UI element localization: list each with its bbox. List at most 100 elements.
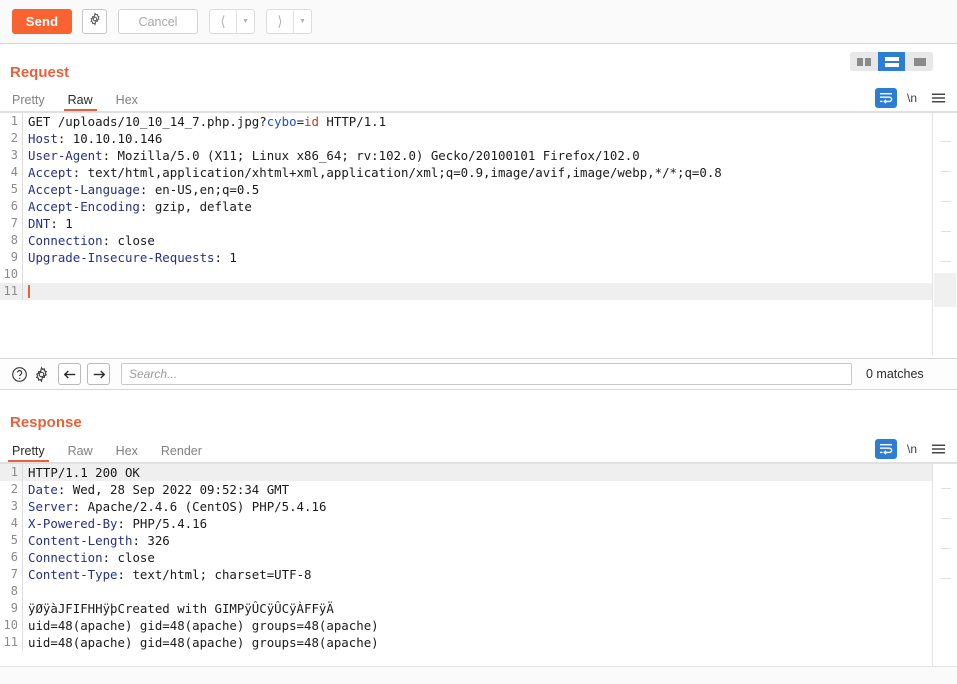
code-line[interactable]: 5Accept-Language: en-US,en;q=0.5 bbox=[0, 181, 957, 198]
line-number: 11 bbox=[0, 634, 22, 651]
code-line-text[interactable] bbox=[23, 583, 28, 600]
code-token: ÿØÿàJFIFHHÿþCreated with GIMPÿÛCÿÛCÿÀFFÿ… bbox=[28, 601, 334, 616]
prev-request-button[interactable]: ⟨ ▼ bbox=[209, 9, 255, 34]
caret-down-icon[interactable]: ▼ bbox=[294, 10, 311, 33]
code-line[interactable]: 3Server: Apache/2.4.6 (CentOS) PHP/5.4.1… bbox=[0, 498, 957, 515]
request-tab-hex[interactable]: Hex bbox=[116, 93, 138, 111]
code-line[interactable]: 1HTTP/1.1 200 OK bbox=[0, 464, 957, 481]
code-token: Upgrade-Insecure-Requests bbox=[28, 250, 215, 265]
response-editor[interactable]: 1HTTP/1.1 200 OK2Date: Wed, 28 Sep 2022 … bbox=[0, 463, 957, 666]
request-tab-pretty[interactable]: Pretty bbox=[12, 93, 45, 111]
code-line-text[interactable]: Upgrade-Insecure-Requests: 1 bbox=[23, 249, 237, 266]
line-number: 5 bbox=[0, 532, 22, 549]
code-token: : 1 bbox=[215, 250, 237, 265]
request-editor[interactable]: 1GET /uploads/10_10_14_7.php.jpg?cybo=id… bbox=[0, 112, 957, 355]
code-line[interactable]: 7Content-Type: text/html; charset=UTF-8 bbox=[0, 566, 957, 583]
code-line-text[interactable]: uid=48(apache) gid=48(apache) groups=48(… bbox=[23, 634, 379, 651]
code-token: Accept bbox=[28, 165, 73, 180]
response-newline-toggle[interactable]: \n bbox=[907, 442, 917, 456]
response-word-wrap-icon[interactable] bbox=[875, 439, 897, 459]
response-scroll-minimap[interactable] bbox=[932, 464, 957, 666]
code-line-text[interactable]: DNT: 1 bbox=[23, 215, 73, 232]
cancel-button[interactable]: Cancel bbox=[118, 9, 198, 34]
response-tab-raw[interactable]: Raw bbox=[68, 444, 93, 462]
code-line[interactable]: 3User-Agent: Mozilla/5.0 (X11; Linux x86… bbox=[0, 147, 957, 164]
horizontal-split-icon[interactable] bbox=[878, 52, 905, 71]
code-line-text[interactable]: Server: Apache/2.4.6 (CentOS) PHP/5.4.16 bbox=[23, 498, 326, 515]
line-number: 3 bbox=[0, 147, 22, 164]
code-line-text[interactable]: GET /uploads/10_10_14_7.php.jpg?cybo=id … bbox=[23, 113, 386, 130]
code-token: uid=48(apache) gid=48(apache) groups=48(… bbox=[28, 635, 379, 650]
code-token: : text/html; charset=UTF-8 bbox=[118, 567, 312, 582]
request-word-wrap-icon[interactable] bbox=[875, 88, 897, 108]
code-line[interactable]: 10 bbox=[0, 266, 957, 283]
code-line-text[interactable]: Accept-Language: en-US,en;q=0.5 bbox=[23, 181, 259, 198]
request-code-lines[interactable]: 1GET /uploads/10_10_14_7.php.jpg?cybo=id… bbox=[0, 113, 957, 300]
code-line[interactable]: 6Connection: close bbox=[0, 549, 957, 566]
next-request-button[interactable]: ⟩ ▼ bbox=[266, 9, 312, 34]
code-line[interactable]: 1GET /uploads/10_10_14_7.php.jpg?cybo=id… bbox=[0, 113, 957, 130]
search-settings-gear-icon[interactable] bbox=[30, 363, 52, 385]
code-line[interactable]: 6Accept-Encoding: gzip, deflate bbox=[0, 198, 957, 215]
code-token: uid=48(apache) gid=48(apache) groups=48(… bbox=[28, 618, 379, 633]
code-token: Content-Length bbox=[28, 533, 132, 548]
request-scroll-thumb[interactable] bbox=[934, 273, 956, 307]
line-number: 11 bbox=[0, 283, 22, 300]
code-line-text[interactable] bbox=[23, 266, 28, 283]
code-line-text[interactable]: Content-Type: text/html; charset=UTF-8 bbox=[23, 566, 312, 583]
vertical-split-icon[interactable] bbox=[850, 52, 877, 71]
code-line-text[interactable]: Accept: text/html,application/xhtml+xml,… bbox=[23, 164, 722, 181]
code-line[interactable]: 8 bbox=[0, 583, 957, 600]
code-line-text[interactable]: uid=48(apache) gid=48(apache) groups=48(… bbox=[23, 617, 379, 634]
code-line[interactable]: 9ÿØÿàJFIFHHÿþCreated with GIMPÿÛCÿÛCÿÀFF… bbox=[0, 600, 957, 617]
code-line-text[interactable]: X-Powered-By: PHP/5.4.16 bbox=[23, 515, 207, 532]
code-token: : PHP/5.4.16 bbox=[118, 516, 208, 531]
line-number: 8 bbox=[0, 232, 22, 249]
code-line[interactable]: 11 uid=48(apache) gid=48(apache) groups=4… bbox=[0, 634, 957, 651]
response-tab-pretty[interactable]: Pretty bbox=[12, 444, 45, 462]
code-token: HTTP/1.1 200 OK bbox=[28, 465, 140, 480]
line-number: 6 bbox=[0, 198, 22, 215]
response-hamburger-menu-icon[interactable] bbox=[927, 439, 949, 459]
code-line[interactable]: 10uid=48(apache) gid=48(apache) groups=4… bbox=[0, 617, 957, 634]
code-line-text[interactable]: ÿØÿàJFIFHHÿþCreated with GIMPÿÛCÿÛCÿÀFFÿ… bbox=[23, 600, 334, 617]
request-tab-raw[interactable]: Raw bbox=[68, 93, 93, 111]
search-next-button[interactable] bbox=[87, 363, 110, 385]
single-pane-icon[interactable] bbox=[906, 52, 933, 71]
send-options-button[interactable] bbox=[82, 9, 107, 34]
code-line[interactable]: 11 bbox=[0, 283, 957, 300]
send-button[interactable]: Send bbox=[12, 9, 72, 34]
code-line[interactable]: 9Upgrade-Insecure-Requests: 1 bbox=[0, 249, 957, 266]
code-line-text[interactable]: User-Agent: Mozilla/5.0 (X11; Linux x86_… bbox=[23, 147, 640, 164]
code-line-text[interactable] bbox=[23, 283, 30, 300]
code-line[interactable]: 4X-Powered-By: PHP/5.4.16 bbox=[0, 515, 957, 532]
code-line[interactable]: 2Host: 10.10.10.146 bbox=[0, 130, 957, 147]
search-input[interactable] bbox=[121, 363, 852, 385]
code-token: : Mozilla/5.0 (X11; Linux x86_64; rv:102… bbox=[103, 148, 640, 163]
code-line[interactable]: 4Accept: text/html,application/xhtml+xml… bbox=[0, 164, 957, 181]
line-number: 7 bbox=[0, 215, 22, 232]
code-line[interactable]: 2Date: Wed, 28 Sep 2022 09:52:34 GMT bbox=[0, 481, 957, 498]
gear-icon bbox=[88, 12, 102, 31]
code-line-text[interactable]: Connection: close bbox=[23, 549, 155, 566]
request-newline-toggle[interactable]: \n bbox=[907, 91, 917, 105]
request-scroll-minimap[interactable] bbox=[932, 113, 957, 355]
request-hamburger-menu-icon[interactable] bbox=[927, 88, 949, 108]
code-line-text[interactable]: Connection: close bbox=[23, 232, 155, 249]
code-line[interactable]: 7DNT: 1 bbox=[0, 215, 957, 232]
code-token: : gzip, deflate bbox=[140, 199, 252, 214]
code-line[interactable]: 8Connection: close bbox=[0, 232, 957, 249]
code-line[interactable]: 5Content-Length: 326 bbox=[0, 532, 957, 549]
code-line-text[interactable]: Accept-Encoding: gzip, deflate bbox=[23, 198, 252, 215]
code-line-text[interactable]: Host: 10.10.10.146 bbox=[23, 130, 162, 147]
code-token: HTTP/1.1 bbox=[319, 114, 386, 129]
code-line-text[interactable]: HTTP/1.1 200 OK bbox=[23, 464, 140, 481]
search-prev-button[interactable] bbox=[58, 363, 81, 385]
code-line-text[interactable]: Date: Wed, 28 Sep 2022 09:52:34 GMT bbox=[23, 481, 289, 498]
response-code-lines[interactable]: 1HTTP/1.1 200 OK2Date: Wed, 28 Sep 2022 … bbox=[0, 464, 957, 651]
code-line-text[interactable]: Content-Length: 326 bbox=[23, 532, 170, 549]
response-tab-hex[interactable]: Hex bbox=[116, 444, 138, 462]
search-help-icon[interactable] bbox=[8, 363, 30, 385]
caret-down-icon[interactable]: ▼ bbox=[237, 10, 254, 33]
response-tab-render[interactable]: Render bbox=[161, 444, 202, 462]
